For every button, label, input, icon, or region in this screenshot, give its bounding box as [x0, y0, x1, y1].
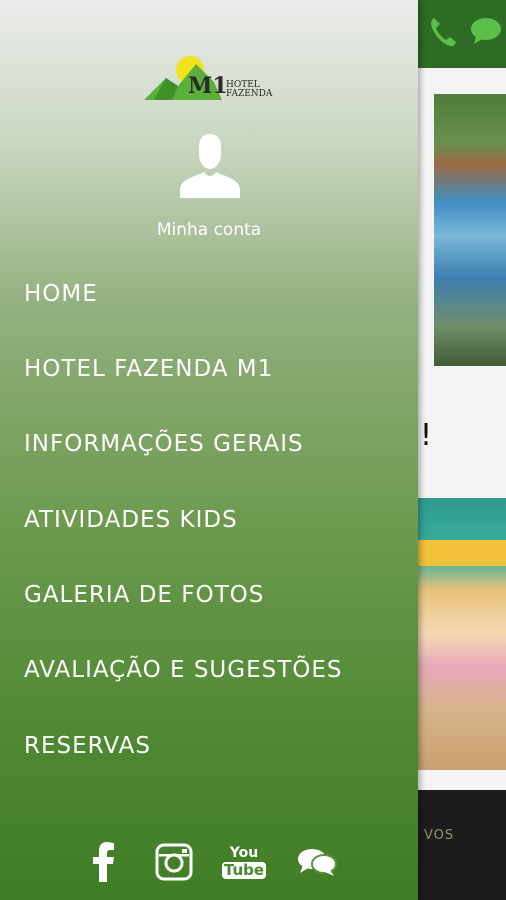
menu-item-informacoes-gerais[interactable]: INFORMAÇÕES GERAIS: [24, 429, 304, 459]
my-account-link[interactable]: Minha conta: [0, 220, 418, 240]
facebook-icon[interactable]: [86, 840, 122, 884]
comments-icon[interactable]: [296, 840, 338, 884]
background-heading-fragment: !: [420, 418, 433, 453]
hotel-pool-photo[interactable]: [434, 94, 506, 366]
menu-item-atividades-kids[interactable]: ATIVIDADES KIDS: [24, 505, 238, 535]
menu-item-reservas[interactable]: RESERVAS: [24, 731, 151, 761]
youtube-logo-you: You: [229, 845, 259, 861]
youtube-logo-tube: Tube: [221, 861, 267, 879]
menu-item-home[interactable]: HOME: [24, 279, 98, 309]
logo-m1-text: M1: [188, 73, 228, 99]
chat-icon[interactable]: [470, 16, 506, 46]
user-icon[interactable]: [180, 134, 240, 198]
footer-text-fragment: VOS: [424, 828, 455, 843]
app-footer: [418, 790, 506, 900]
promo-flyer-image[interactable]: [418, 498, 506, 770]
instagram-icon[interactable]: [154, 840, 194, 884]
menu-item-avaliacao-e-sugestoes[interactable]: AVALIAÇÃO E SUGESTÕES: [24, 655, 343, 685]
logo-fazenda-text: FAZENDA: [226, 89, 273, 99]
navigation-drawer: M1 HOTEL FAZENDA Minha conta HOME HOTEL …: [0, 0, 418, 900]
hotel-logo: M1 HOTEL FAZENDA: [144, 52, 280, 104]
promo-flyer-band: [418, 540, 506, 566]
menu-item-hotel-fazenda-m1[interactable]: HOTEL FAZENDA M1: [24, 354, 273, 384]
phone-icon[interactable]: [428, 14, 458, 48]
youtube-icon[interactable]: You Tube: [221, 840, 267, 884]
menu-item-galeria-de-fotos[interactable]: GALERIA DE FOTOS: [24, 580, 264, 610]
